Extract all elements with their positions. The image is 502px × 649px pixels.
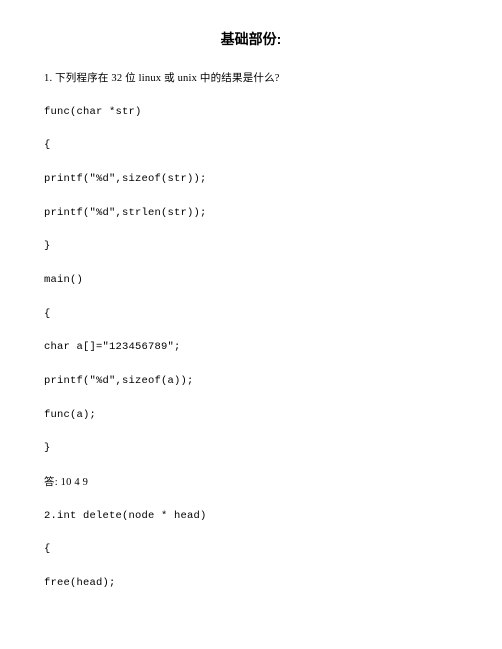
page-title: 基础部份: (44, 30, 458, 48)
code-line: func(a); (44, 409, 458, 423)
code-line: printf("%d",sizeof(a)); (44, 375, 458, 389)
code-line: { (44, 308, 458, 322)
code-line: { (44, 139, 458, 153)
code-line: } (44, 240, 458, 254)
answer-line: 答: 10 4 9 (44, 476, 458, 490)
code-line: free(head); (44, 577, 458, 591)
code-line: printf("%d",strlen(str)); (44, 207, 458, 221)
code-line: main() (44, 274, 458, 288)
code-line: printf("%d",sizeof(str)); (44, 173, 458, 187)
code-line: char a[]="123456789"; (44, 341, 458, 355)
code-line: } (44, 442, 458, 456)
code-line: func(char *str) (44, 106, 458, 120)
question-2-code: 2.int delete(node * head) (44, 510, 458, 524)
code-line: { (44, 543, 458, 557)
question-1-text: 1. 下列程序在 32 位 linux 或 unix 中的结果是什么? (44, 72, 458, 86)
